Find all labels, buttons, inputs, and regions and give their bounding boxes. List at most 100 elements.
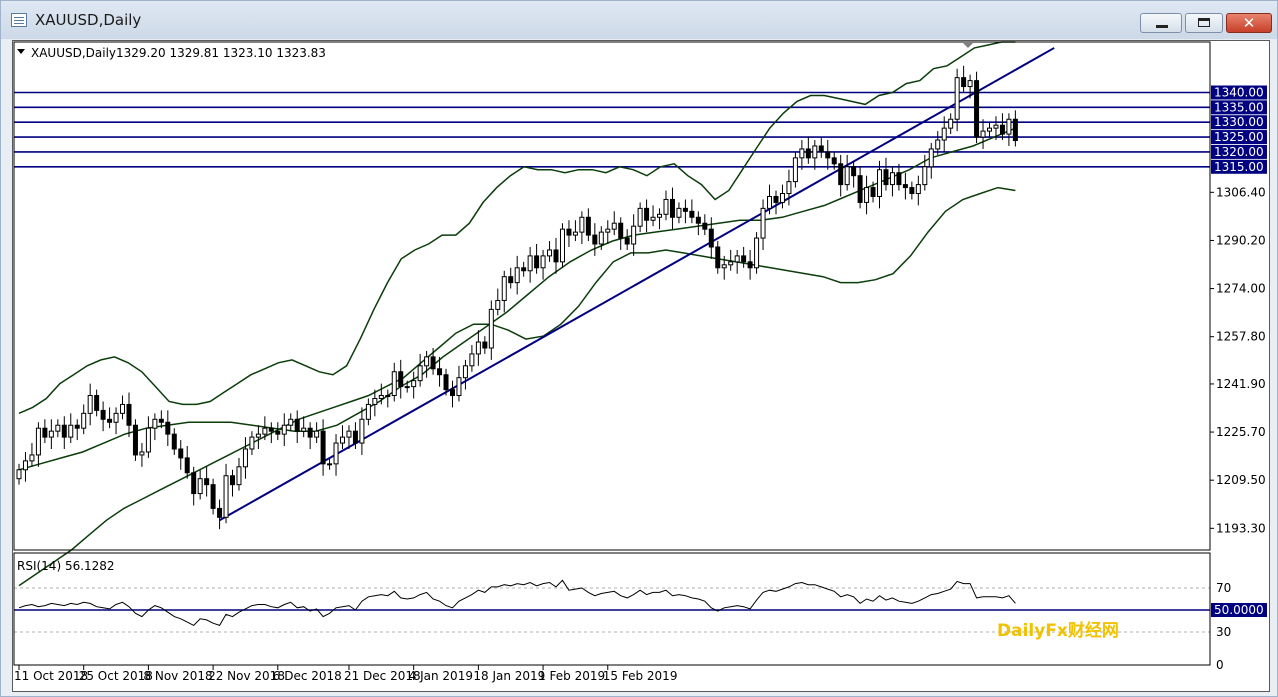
bear-candle (61, 424, 67, 438)
bull-candle (559, 228, 565, 263)
y-tick-label: 1306.40 (1216, 185, 1266, 199)
bear-candle (618, 222, 624, 239)
bollinger-middle-band (18, 127, 1016, 471)
bear-candle (831, 157, 837, 165)
bull-candle (760, 207, 766, 239)
bear-candle (307, 427, 313, 438)
bull-candle (579, 216, 585, 233)
bull-candle (48, 430, 54, 438)
bull-candle (948, 118, 954, 129)
rsi-line (18, 579, 1016, 627)
bear-candle (825, 151, 831, 159)
bull-candle (812, 145, 818, 159)
bull-candle (650, 216, 656, 221)
x-tick-label: 4 Jan 2019 (409, 669, 473, 683)
bull-candle (391, 371, 397, 397)
bull-candle (967, 80, 973, 88)
bear-candle (449, 389, 455, 397)
bear-candle (294, 418, 300, 432)
bull-candle (365, 403, 371, 420)
bull-candle (327, 463, 333, 466)
bull-candle (941, 127, 947, 141)
header-dropdown-icon[interactable] (17, 49, 25, 54)
bull-candle (55, 424, 61, 432)
bear-candle (178, 448, 184, 459)
bull-candle (113, 412, 119, 423)
bear-candle (204, 478, 210, 486)
bull-candle (197, 478, 203, 495)
bull-candle (514, 267, 520, 284)
bear-candle (838, 163, 844, 186)
bear-candle (352, 430, 358, 444)
bull-candle (35, 427, 41, 456)
bull-candle (378, 395, 384, 399)
bear-candle (896, 172, 902, 186)
bull-candle (657, 213, 663, 218)
bull-candle (605, 228, 611, 233)
bull-candle (385, 395, 391, 398)
x-tick-label: 15 Feb 2019 (603, 669, 678, 683)
rsi-tick-label: 30 (1216, 625, 1231, 639)
bull-candle (281, 424, 287, 435)
bull-candle (767, 195, 773, 209)
x-tick-label: 8 Nov 2018 (143, 669, 212, 683)
bull-candle (223, 475, 229, 518)
bear-candle (132, 424, 138, 456)
bear-candle (974, 80, 980, 138)
bull-candle (993, 124, 999, 129)
bear-candle (210, 484, 216, 509)
y-tick-label: 1225.70 (1216, 425, 1266, 439)
bull-candle (598, 231, 604, 245)
bear-candle (74, 424, 80, 429)
bear-candle (961, 77, 967, 88)
bull-candle (255, 433, 261, 438)
bull-candle (411, 380, 417, 388)
bear-candle (94, 395, 100, 411)
bull-candle (333, 442, 339, 465)
level-price-label: 1330.00 (1214, 115, 1264, 129)
bear-candle (443, 374, 449, 391)
x-tick-label: 25 Oct 2018 (79, 669, 153, 683)
bull-candle (721, 264, 727, 269)
bull-candle (314, 430, 320, 438)
bull-candle (572, 231, 578, 236)
bull-candle (779, 193, 785, 203)
bull-candle (754, 237, 760, 269)
bull-candle (501, 276, 507, 301)
bull-candle (631, 225, 637, 245)
bull-candle (301, 427, 307, 432)
y-tick-label: 1241.90 (1216, 377, 1266, 391)
bear-candle (158, 418, 164, 423)
y-tick-label: 1274.00 (1216, 282, 1266, 296)
bear-candle (909, 187, 915, 195)
bear-candle (644, 207, 650, 221)
y-tick-label: 1257.80 (1216, 330, 1266, 344)
bull-candle (145, 427, 151, 453)
bull-candle (676, 207, 682, 218)
y-tick-label: 1209.50 (1216, 473, 1266, 487)
shift-marker-icon[interactable] (963, 43, 973, 48)
x-tick-label: 1 Feb 2019 (538, 669, 605, 683)
rsi-tick-label: 0 (1216, 658, 1224, 672)
bear-candle (398, 371, 404, 388)
bear-candle (521, 267, 527, 272)
bear-candle (883, 169, 889, 186)
bull-candle (359, 418, 365, 444)
bull-candle (29, 454, 35, 462)
bull-candle (786, 181, 792, 195)
ohlc-header: 1329.20 1329.81 1323.10 1323.83 (116, 46, 326, 60)
bull-candle (611, 222, 617, 230)
bear-candle (682, 207, 688, 212)
bull-candle (637, 207, 643, 227)
uptrend-line (219, 47, 1055, 522)
bear-candle (268, 427, 274, 432)
bear-candle (217, 507, 223, 518)
bear-candle (773, 195, 779, 203)
x-tick-label: 6 Dec 2018 (273, 669, 342, 683)
price-chart[interactable]: 1340.001335.001330.001325.001320.001315.… (0, 0, 1278, 697)
bear-candle (42, 427, 48, 438)
bull-candle (417, 365, 423, 382)
bear-candle (851, 166, 857, 177)
level-price-label: 1325.00 (1214, 130, 1264, 144)
bear-candle (508, 276, 514, 284)
